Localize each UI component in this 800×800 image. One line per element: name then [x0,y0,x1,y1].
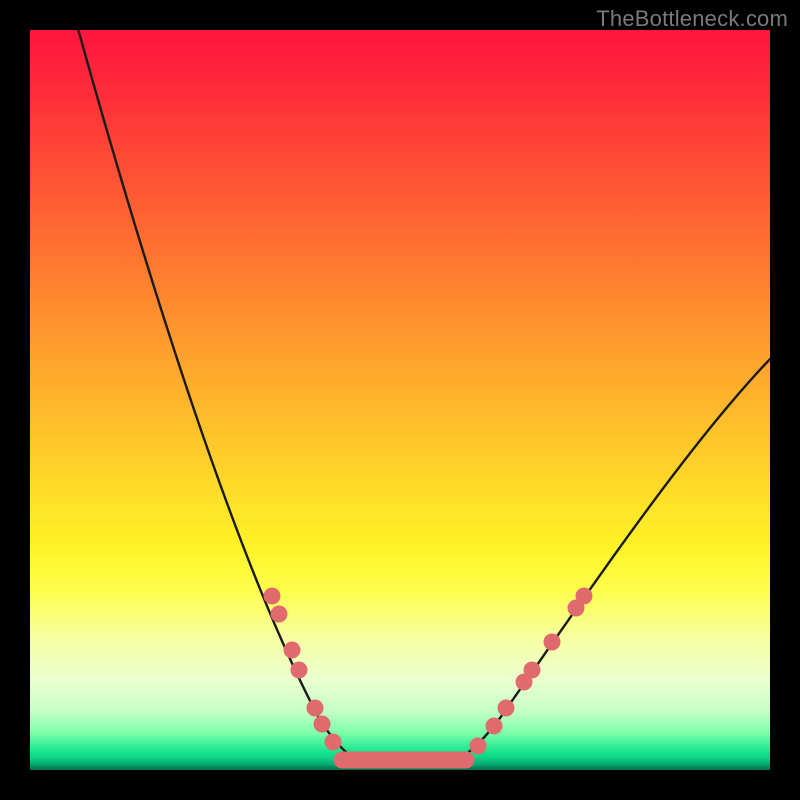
marker-right-2 [498,700,515,717]
marker-left-2 [284,642,301,659]
marker-left-1 [271,606,288,623]
bottleneck-curve [70,30,770,766]
marker-left-0 [264,588,281,605]
marker-right-1 [486,718,503,735]
chart-stage: TheBottleneck.com [0,0,800,800]
marker-right-4 [524,662,541,679]
marker-right-5 [544,634,561,651]
curve-svg [30,30,770,770]
watermark-text: TheBottleneck.com [596,6,788,32]
plot-area [30,30,770,770]
marker-left-5 [314,716,331,733]
marker-right-0 [470,738,487,755]
marker-left-4 [307,700,324,717]
marker-right-7 [576,588,593,605]
marker-left-3 [291,662,308,679]
marker-left-6 [325,734,342,751]
